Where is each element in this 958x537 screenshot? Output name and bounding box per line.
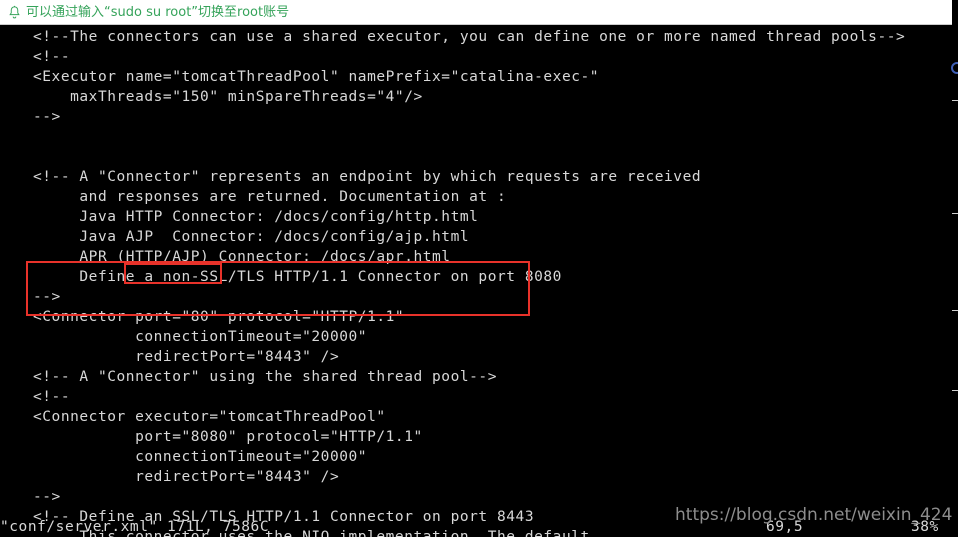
- watermark-url: https://blog.csdn.net/weixin_42458562: [675, 505, 958, 525]
- code-line: connectionTimeout="20000": [33, 329, 368, 345]
- code-line: connectionTimeout="20000": [33, 449, 368, 465]
- code-line: -->: [33, 489, 61, 505]
- terminal-window[interactable]: <!--The connectors can use a shared exec…: [0, 25, 958, 537]
- edge-tick: [952, 213, 958, 214]
- clipped-circle-icon: [951, 62, 958, 74]
- code-line: and responses are returned. Documentatio…: [33, 189, 507, 205]
- vim-editor-buffer[interactable]: <!--The connectors can use a shared exec…: [0, 25, 958, 537]
- code-line: <Executor name="tomcatThreadPool" namePr…: [33, 69, 600, 85]
- notice-text: 可以通过输入“sudo su root”切换至root账号: [26, 4, 290, 20]
- code-line: <!-- A "Connector" using the shared thre…: [33, 369, 497, 385]
- edge-tick: [952, 100, 958, 101]
- edge-tick: [952, 390, 958, 391]
- edge-tick: [952, 310, 958, 311]
- right-edge-strip: [952, 0, 958, 537]
- code-line: Java AJP Connector: /docs/config/ajp.htm…: [33, 229, 470, 245]
- code-line: <!--The connectors can use a shared exec…: [33, 29, 906, 45]
- code-line: <Connector port="80" protocol="HTTP/1.1": [33, 309, 405, 325]
- code-line: <!--: [33, 49, 71, 65]
- code-line: port="8080" protocol="HTTP/1.1": [33, 429, 423, 445]
- code-line: <!--: [33, 389, 71, 405]
- bell-icon: [9, 5, 20, 18]
- code-line: -->: [33, 289, 61, 305]
- screen-root: 可以通过输入“sudo su root”切换至root账号 <!--The co…: [0, 0, 958, 537]
- code-line: redirectPort="8443" />: [33, 469, 340, 485]
- code-line: maxThreads="150" minSpareThreads="4"/>: [33, 89, 423, 105]
- code-line: <Connector executor="tomcatThreadPool": [33, 409, 386, 425]
- status-filename: "conf/server.xml" 171L, 7586C: [0, 519, 270, 535]
- code-line: Java HTTP Connector: /docs/config/http.h…: [33, 209, 479, 225]
- code-line: -->: [33, 109, 61, 125]
- code-line: <!-- A "Connector" represents an endpoin…: [33, 169, 702, 185]
- code-line: redirectPort="8443" />: [33, 349, 340, 365]
- code-line: APR (HTTP/AJP) Connector: /docs/apr.html: [33, 249, 451, 265]
- code-line: Define a non-SSL/TLS HTTP/1.1 Connector …: [33, 269, 562, 285]
- root-notice-banner: 可以通过输入“sudo su root”切换至root账号: [0, 0, 958, 25]
